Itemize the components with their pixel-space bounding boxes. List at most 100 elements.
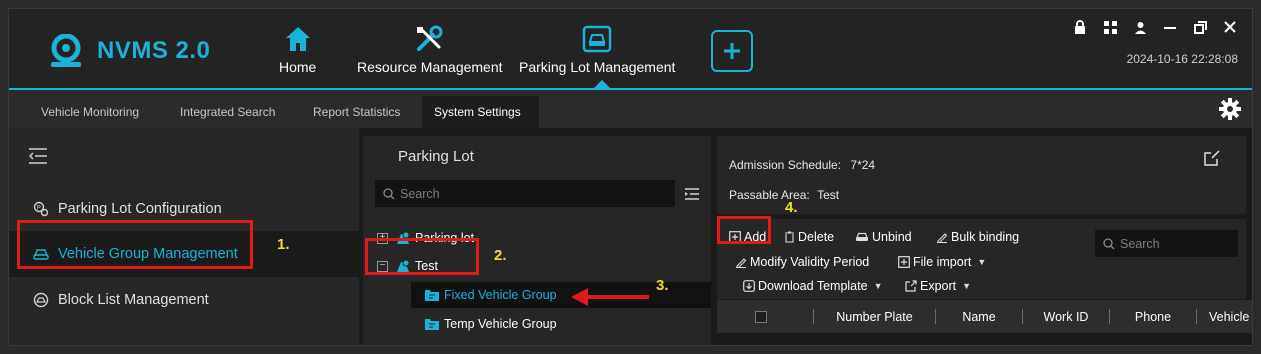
user-icon[interactable] xyxy=(1132,19,1148,35)
chevron-down-icon: ▼ xyxy=(962,281,972,291)
search-icon xyxy=(1103,237,1115,249)
delete-button[interactable]: Delete xyxy=(784,230,834,244)
highlight-box-step-2 xyxy=(365,238,479,275)
highlight-box-step-4 xyxy=(717,216,771,244)
nav-home-label: Home xyxy=(279,59,317,75)
column-number-plate[interactable]: Number Plate xyxy=(817,300,932,333)
tree-search-input[interactable] xyxy=(400,186,660,201)
window-controls xyxy=(1072,19,1238,35)
step-label-1: 1. xyxy=(277,236,290,253)
vehicle-search-box xyxy=(1095,230,1238,257)
tools-icon xyxy=(416,25,443,51)
delete-button-label: Delete xyxy=(798,230,835,244)
column-vehicle[interactable]: Vehicle xyxy=(1201,300,1252,333)
passable-area-value: Test xyxy=(817,188,840,202)
grid-layout-icon[interactable] xyxy=(1102,19,1118,35)
nav-parking-label: Parking Lot Management xyxy=(519,59,676,75)
app-header: NVMS 2.0 Home Resource Management Parkin… xyxy=(9,9,1252,88)
download-icon xyxy=(743,280,755,292)
camera-logo-icon xyxy=(51,34,81,67)
admission-schedule-value: 7*24 xyxy=(850,158,876,172)
import-icon xyxy=(898,256,910,268)
sidebar-item-label: Block List Management xyxy=(58,292,209,308)
pencil-icon xyxy=(936,231,948,243)
unbind-button-label: Unbind xyxy=(872,230,912,244)
nav-active-indicator xyxy=(594,80,610,88)
app-logo: NVMS 2.0 xyxy=(47,34,210,68)
step-label-3: 3. xyxy=(656,277,669,294)
car-unbind-icon xyxy=(855,232,869,243)
nav-resource-management[interactable]: Resource Management xyxy=(357,25,503,75)
bulk-binding-button[interactable]: Bulk binding xyxy=(936,230,1019,244)
modify-validity-button[interactable]: Modify Validity Period xyxy=(735,255,869,269)
edit-icon[interactable] xyxy=(1204,150,1220,171)
pencil-icon xyxy=(735,256,747,268)
folder-icon xyxy=(425,319,439,330)
export-button[interactable]: Export ▼ xyxy=(905,279,971,293)
sidebar-item-block-list-management[interactable]: Block List Management xyxy=(9,277,359,323)
gear-icon[interactable] xyxy=(1218,97,1242,126)
block-list-icon xyxy=(33,292,49,308)
vehicle-toolbar: Add Delete Unbind Bulk binding Search Mo… xyxy=(717,219,1246,299)
nav-parking-lot-management[interactable]: Parking Lot Management xyxy=(519,25,675,75)
close-icon[interactable] xyxy=(1222,19,1238,35)
arrow-pointer-icon xyxy=(571,288,649,306)
passable-area-label: Passable Area: xyxy=(729,188,810,202)
highlight-box-step-1 xyxy=(17,220,253,269)
select-all-checkbox[interactable] xyxy=(755,300,767,333)
file-import-button[interactable]: File import ▼ xyxy=(898,255,986,269)
column-divider xyxy=(935,309,936,324)
column-work-id[interactable]: Work ID xyxy=(1026,300,1106,333)
chevron-down-icon: ▼ xyxy=(873,281,883,291)
bulk-binding-label: Bulk binding xyxy=(951,230,1020,244)
tree-search-box xyxy=(375,180,675,207)
column-name[interactable]: Name xyxy=(939,300,1019,333)
tab-bar: Vehicle Monitoring Integrated Search Rep… xyxy=(9,90,1252,128)
datetime-display: 2024-10-16 22:28:08 xyxy=(1126,52,1238,66)
step-label-2: 2. xyxy=(494,247,507,264)
tree-node-temp-vehicle-group[interactable]: Temp Vehicle Group xyxy=(425,311,557,337)
chevron-down-icon: ▼ xyxy=(977,257,987,267)
parking-config-icon: P xyxy=(33,201,49,217)
unbind-button[interactable]: Unbind xyxy=(855,230,912,244)
add-module-button[interactable] xyxy=(711,30,753,72)
lock-icon[interactable] xyxy=(1072,19,1088,35)
group-detail-panel: Admission Schedule: 7*24 Passable Area: … xyxy=(717,136,1252,345)
admission-schedule-line: Admission Schedule: 7*24 xyxy=(729,158,875,172)
step-label-4: 4. xyxy=(785,199,798,216)
trash-icon xyxy=(784,231,795,243)
vehicle-search-input[interactable] xyxy=(1120,236,1230,251)
column-divider xyxy=(1196,309,1197,324)
download-template-button[interactable]: Download Template ▼ xyxy=(743,279,882,293)
nav-home[interactable]: Home xyxy=(279,25,316,75)
home-icon xyxy=(285,27,310,51)
vehicle-table-header: Number Plate Name Work ID Phone Vehicle xyxy=(717,300,1252,333)
tab-integrated-search[interactable]: Integrated Search xyxy=(168,96,287,128)
tab-vehicle-monitoring[interactable]: Vehicle Monitoring xyxy=(29,96,151,128)
minimize-icon[interactable] xyxy=(1162,19,1178,35)
collapse-menu-icon[interactable] xyxy=(28,148,47,169)
list-view-toggle-icon[interactable] xyxy=(685,187,699,205)
tab-report-statistics[interactable]: Report Statistics xyxy=(301,96,412,128)
admission-schedule-label: Admission Schedule: xyxy=(729,158,842,172)
modify-validity-label: Modify Validity Period xyxy=(750,255,870,269)
tab-system-settings[interactable]: System Settings xyxy=(422,96,539,128)
sidebar-item-label: Parking Lot Configuration xyxy=(58,201,222,217)
file-import-label: File import xyxy=(913,255,972,269)
tree-panel-title: Parking Lot xyxy=(398,147,474,165)
column-phone[interactable]: Phone xyxy=(1113,300,1193,333)
nav-resource-label: Resource Management xyxy=(357,59,503,75)
search-icon xyxy=(383,187,395,199)
app-title: NVMS 2.0 xyxy=(97,37,211,64)
tree-node-label: Temp Vehicle Group xyxy=(444,317,557,331)
tree-node-label: Fixed Vehicle Group xyxy=(444,288,557,302)
column-divider xyxy=(1022,309,1023,324)
download-template-label: Download Template xyxy=(758,279,868,293)
column-divider xyxy=(1109,309,1110,324)
export-icon xyxy=(905,280,917,292)
export-label: Export xyxy=(920,279,957,293)
column-divider xyxy=(813,309,814,324)
restore-icon[interactable] xyxy=(1192,19,1208,35)
app-window: NVMS 2.0 Home Resource Management Parkin… xyxy=(8,8,1253,346)
parking-car-icon xyxy=(582,25,612,53)
